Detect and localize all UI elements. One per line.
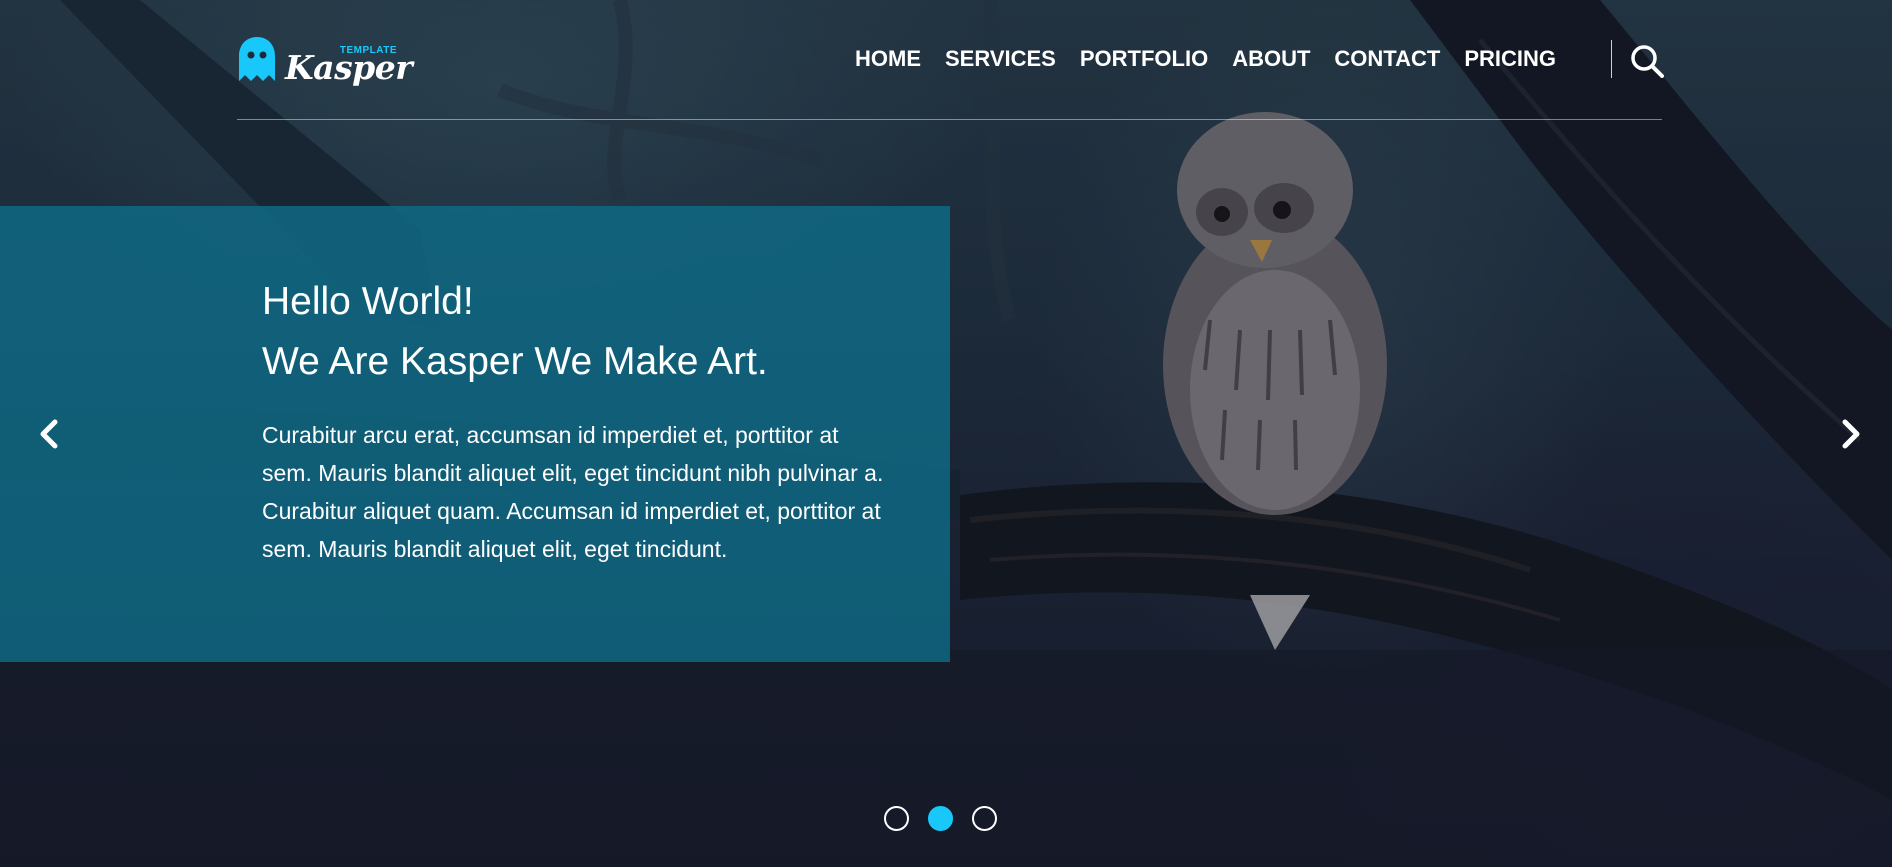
slider-bullet-2[interactable]: [928, 806, 953, 831]
logo[interactable]: TEMPLATE Kasper: [237, 34, 413, 87]
nav-item-home[interactable]: HOME: [843, 45, 933, 73]
slider-bullet-3[interactable]: [972, 806, 997, 831]
slider-bullets: [884, 806, 997, 831]
nav-item-about[interactable]: ABOUT: [1220, 45, 1322, 73]
main-nav: HOME SERVICES PORTFOLIO ABOUT CONTACT PR…: [843, 45, 1568, 73]
hero-title: Hello World! We Are Kasper We Make Art.: [262, 272, 892, 392]
search-icon[interactable]: [1630, 44, 1664, 78]
nav-item-services[interactable]: SERVICES: [933, 45, 1068, 73]
hero-title-line2: We Are Kasper We Make Art.: [262, 340, 768, 383]
chevron-right-icon[interactable]: [1833, 414, 1867, 454]
nav-item-portfolio[interactable]: PORTFOLIO: [1068, 45, 1220, 73]
site-header: TEMPLATE Kasper HOME SERVICES PORTFOLIO …: [237, 30, 1664, 120]
ghost-icon: [239, 37, 275, 81]
hero-body: Curabitur arcu erat, accumsan id imperdi…: [262, 422, 884, 562]
chevron-left-icon[interactable]: [33, 414, 67, 454]
hero-panel: Hello World! We Are Kasper We Make Art. …: [0, 206, 950, 662]
nav-item-contact[interactable]: CONTACT: [1322, 45, 1452, 73]
nav-item-pricing[interactable]: PRICING: [1452, 45, 1568, 73]
hero-title-line1: Hello World!: [262, 280, 474, 323]
slider-bullet-1[interactable]: [884, 806, 909, 831]
nav-divider: [1611, 40, 1612, 78]
logo-text: TEMPLATE Kasper: [283, 34, 413, 87]
logo-wordmark: Kasper: [285, 48, 413, 87]
